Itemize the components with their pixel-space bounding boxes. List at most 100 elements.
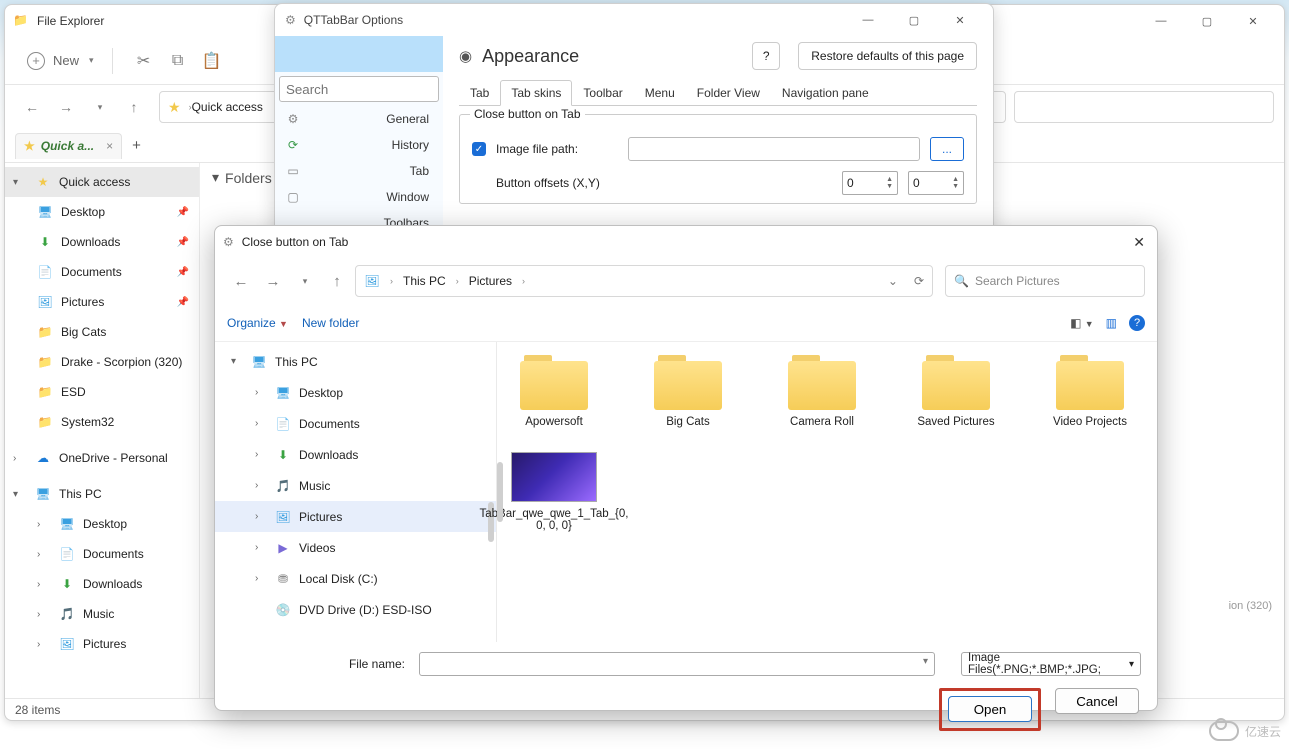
tab-add-button[interactable]: +	[132, 137, 141, 154]
file-tabbar-image[interactable]: TabBar_qwe_qwe_1_Tab_{0, 0, 0, 0}	[509, 452, 599, 532]
open-address-bar[interactable]: 🖼 › This PC › Pictures › ⌄⟳	[355, 265, 933, 297]
fe-title: File Explorer	[37, 14, 104, 28]
tree-downloads[interactable]: ›⬇Downloads	[215, 439, 496, 470]
minimize-button[interactable]: —	[1138, 5, 1184, 37]
breadcrumb[interactable]: Quick access	[192, 100, 263, 114]
sidebar-window[interactable]: ▢Window	[275, 184, 443, 210]
maximize-button[interactable]: ▢	[1184, 5, 1230, 37]
folder-video-projects[interactable]: Video Projects	[1045, 352, 1135, 428]
new-button[interactable]: + New ▾	[27, 52, 94, 70]
file-name-input[interactable]: ▾	[419, 652, 935, 676]
tree-dvd[interactable]: 💿DVD Drive (D:) ESD-ISO	[215, 594, 496, 625]
cancel-button[interactable]: Cancel	[1055, 688, 1139, 714]
tree-local-disk[interactable]: ›⛃Local Disk (C:)	[215, 563, 496, 594]
view-large-button[interactable]: ◧ ▼	[1070, 316, 1094, 330]
tree-music[interactable]: ›🎵Music	[215, 470, 496, 501]
browse-button[interactable]: ...	[930, 137, 964, 161]
onedrive-icon: ☁	[35, 450, 51, 466]
restore-defaults-button[interactable]: Restore defaults of this page	[798, 42, 977, 70]
tree-desktop[interactable]: 🖥Desktop📌	[5, 197, 199, 227]
open-search[interactable]: 🔍 Search Pictures	[945, 265, 1145, 297]
tab-toolbar[interactable]: Toolbar	[572, 80, 633, 105]
offset-y-input[interactable]: 0▲▼	[908, 171, 964, 195]
offset-x-input[interactable]: 0▲▼	[842, 171, 898, 195]
desktop-icon: 🖥	[59, 516, 75, 532]
minimize-button[interactable]: —	[845, 4, 891, 36]
cut-icon[interactable]: ✂	[127, 44, 161, 78]
tree-desktop[interactable]: ›🖥Desktop	[215, 377, 496, 408]
folder-camera-roll[interactable]: Camera Roll	[777, 352, 867, 428]
new-folder-button[interactable]: New folder	[302, 316, 359, 330]
maximize-button[interactable]: ▢	[891, 4, 937, 36]
tree-pictures[interactable]: ›🖼Pictures	[215, 501, 496, 532]
tree-esd[interactable]: 📁ESD	[5, 377, 199, 407]
sidebar-tab[interactable]: ▭Tab	[275, 158, 443, 184]
dropdown-icon[interactable]: ⌄	[888, 274, 898, 288]
organize-button[interactable]: Organize ▼	[227, 316, 288, 330]
tree-system32[interactable]: 📁System32	[5, 407, 199, 437]
help-button[interactable]: ?	[1129, 315, 1145, 331]
sidebar-category[interactable]	[275, 36, 443, 72]
tree-big-cats[interactable]: 📁Big Cats	[5, 317, 199, 347]
tree-pc-desktop[interactable]: ›🖥Desktop	[5, 509, 199, 539]
qt-titlebar: ⚙ QTTabBar Options — ▢ ✕	[275, 4, 993, 36]
tab-close-icon[interactable]: ×	[106, 139, 113, 153]
tree-documents[interactable]: ›📄Documents	[215, 408, 496, 439]
help-button[interactable]: ?	[752, 42, 780, 70]
paste-icon[interactable]: 📋	[195, 44, 229, 78]
image-file-path-input[interactable]	[628, 137, 920, 161]
tree-pc-pictures[interactable]: ›🖼Pictures	[5, 629, 199, 659]
dropdown-icon[interactable]: ▾	[923, 656, 928, 667]
image-file-path-checkbox[interactable]: ✓	[472, 142, 486, 156]
fe-search[interactable]: 🔍 Search Quick access	[1014, 91, 1274, 123]
back-button[interactable]: ←	[15, 99, 49, 115]
close-button[interactable]: ✕	[1133, 234, 1145, 251]
tree-pictures[interactable]: 🖼Pictures📌	[5, 287, 199, 317]
tree-quick-access[interactable]: ▾★Quick access	[5, 167, 199, 197]
folder-saved-pictures[interactable]: Saved Pictures	[911, 352, 1001, 428]
sidebar-general[interactable]: ⚙General	[275, 106, 443, 132]
file-filter-combo[interactable]: Image Files(*.PNG;*.BMP;*.JPG;▾	[961, 652, 1141, 676]
open-button[interactable]: Open	[948, 696, 1032, 722]
tree-this-pc[interactable]: ▾🖥This PC	[5, 479, 199, 509]
tree-pc-documents[interactable]: ›📄Documents	[5, 539, 199, 569]
view-details-button[interactable]: ▥	[1106, 316, 1117, 330]
close-button[interactable]: ✕	[937, 4, 983, 36]
tab-quick-access[interactable]: ★ Quick a... ×	[15, 133, 122, 159]
tab-tab[interactable]: Tab	[459, 80, 500, 105]
forward-button[interactable]: →	[259, 273, 287, 290]
recent-dropdown[interactable]: ▾	[83, 102, 117, 113]
open-files[interactable]: Apowersoft Big Cats Camera Roll Saved Pi…	[497, 342, 1157, 642]
copy-icon[interactable]: ⧉	[161, 44, 195, 78]
pc-icon: 🖥	[251, 354, 267, 370]
up-button[interactable]: ↑	[117, 99, 151, 115]
forward-button[interactable]: →	[49, 99, 83, 115]
tree-this-pc[interactable]: ▾🖥This PC	[215, 346, 496, 377]
refresh-icon[interactable]: ⟳	[914, 274, 924, 288]
tab-navigation-pane[interactable]: Navigation pane	[771, 80, 880, 105]
tree-videos[interactable]: ›▶Videos	[215, 532, 496, 563]
files-scrollbar[interactable]	[497, 462, 503, 522]
tree-drake[interactable]: 📁Drake - Scorpion (320)	[5, 347, 199, 377]
sidebar-history[interactable]: ⟳History	[275, 132, 443, 158]
tree-downloads[interactable]: ⬇Downloads📌	[5, 227, 199, 257]
tab-folder-view[interactable]: Folder View	[686, 80, 771, 105]
close-button[interactable]: ✕	[1230, 5, 1276, 37]
qt-search[interactable]	[279, 76, 439, 102]
folder-big-cats[interactable]: Big Cats	[643, 352, 733, 428]
tree-pc-music[interactable]: ›🎵Music	[5, 599, 199, 629]
tree-documents[interactable]: 📄Documents📌	[5, 257, 199, 287]
disk-icon: ⛃	[275, 571, 291, 587]
tab-tab-skins[interactable]: Tab skins	[500, 80, 572, 106]
folder-icon: 📁	[37, 354, 53, 370]
back-button[interactable]: ←	[227, 273, 255, 290]
pc-icon: 🖥	[35, 486, 51, 502]
image-file-path-label: Image file path:	[496, 142, 578, 156]
tab-menu[interactable]: Menu	[634, 80, 686, 105]
tree-onedrive[interactable]: ›☁OneDrive - Personal	[5, 443, 199, 473]
document-icon: 📄	[37, 264, 53, 280]
recent-dropdown[interactable]: ▾	[291, 276, 319, 287]
folder-apowersoft[interactable]: Apowersoft	[509, 352, 599, 428]
tree-pc-downloads[interactable]: ›⬇Downloads	[5, 569, 199, 599]
up-button[interactable]: ↑	[323, 273, 351, 290]
